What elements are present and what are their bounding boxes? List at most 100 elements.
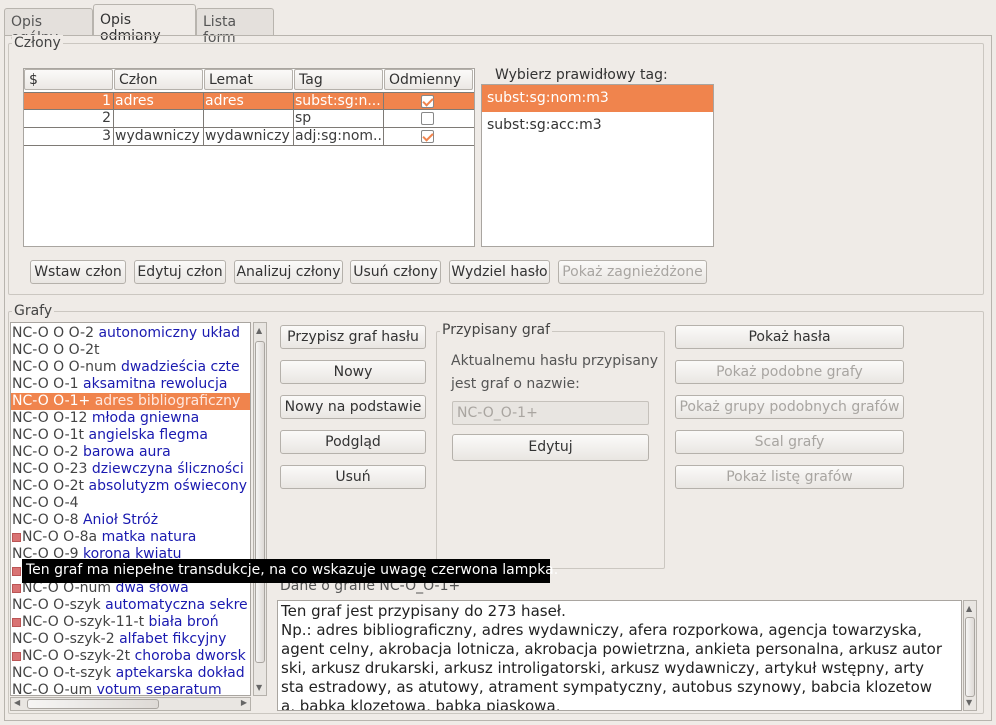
table-row[interactable]: 3 wydawniczy wydawniczy adj:sg:nom...	[24, 128, 474, 146]
graph-info-vscroll-thumb[interactable]	[965, 617, 975, 697]
cell-odmienny	[384, 128, 474, 145]
scroll-right-icon[interactable]: ▶	[241, 698, 247, 707]
tab-opis-ogolny[interactable]: Opis ogólny	[4, 8, 93, 46]
scroll-up-icon[interactable]: ▲	[966, 604, 972, 613]
graph-code: NC-O O O-2	[12, 325, 94, 341]
info-line: agent celny, akrobacja lotnicza, akrobac…	[281, 640, 942, 658]
graph-list-item[interactable]: NC-O O O-num dwadzieścia czte	[11, 359, 250, 376]
graph-code: NC-O O-8a	[22, 529, 98, 545]
table-row[interactable]: 2 sp	[24, 110, 474, 128]
cell-n: 1	[24, 93, 114, 110]
graph-list-vscrollbar[interactable]: ▲ ▼	[253, 322, 267, 696]
graph-list-item[interactable]: NC-O O-8 Anioł Stróż	[11, 512, 250, 529]
graph-list-item[interactable]: NC-O O-23 dziewczyna śliczności	[11, 461, 250, 478]
col-header-odmienny[interactable]: Odmienny	[384, 69, 473, 90]
graph-list-item[interactable]: NC-O O-szyk-2t choroba dworsk	[11, 648, 250, 665]
graph-code: NC-O O O-2t	[12, 342, 100, 358]
graph-list-item[interactable]: NC-O O-2 barowa aura	[11, 444, 250, 461]
scroll-down-icon[interactable]: ▼	[256, 683, 262, 692]
graph-example-name: votum separatum	[96, 682, 222, 696]
insert-member-button[interactable]: Wstaw człon	[30, 260, 126, 284]
col-header-czlon[interactable]: Człon	[114, 69, 203, 90]
graph-list-item[interactable]: NC-O O-2t absolutyzm oświecony	[11, 478, 250, 495]
graph-list-item[interactable]: NC-O O-1 aksamitna rewolucja	[11, 376, 250, 393]
graph-list-item[interactable]: NC-O O-um votum separatum	[11, 682, 250, 696]
graph-code: NC-O O-2	[12, 444, 79, 460]
cell-tag: subst:sg:n...	[294, 93, 384, 110]
graph-list-item[interactable]: NC-O O-szyk automatyczna sekre	[11, 597, 250, 614]
tag-option[interactable]: subst:sg:nom:m3	[482, 85, 713, 112]
graph-example-name: absolutyzm oświecony	[88, 478, 248, 494]
new-based-on-button[interactable]: Nowy na podstawie	[280, 395, 426, 419]
graph-example-name: dwadzieścia czte	[120, 359, 240, 375]
cell-n: 3	[24, 128, 114, 145]
tag-select-label: Wybierz prawidłowy tag:	[495, 67, 668, 83]
cell-czlon: wydawniczy	[114, 128, 204, 145]
show-similar-graphs-button[interactable]: Pokaż podobne grafy	[675, 360, 904, 384]
graph-list-vscroll-thumb[interactable]	[255, 341, 265, 663]
show-entries-button[interactable]: Pokaż hasła	[675, 325, 904, 349]
analyze-members-button[interactable]: Analizuj człony	[234, 260, 343, 284]
odmienny-checkbox[interactable]	[421, 95, 434, 108]
graph-example-name: matka natura	[101, 529, 197, 545]
scroll-down-icon[interactable]: ▼	[966, 698, 972, 707]
cell-tag: sp	[294, 110, 384, 127]
graph-list-item[interactable]: NC-O O-1t angielska flegma	[11, 427, 250, 444]
graph-example-name: biała broń	[148, 614, 219, 630]
extract-entry-button[interactable]: Wydziel hasło	[449, 260, 550, 284]
cell-lemat: wydawniczy	[204, 128, 294, 145]
graph-list-item[interactable]: NC-O O-12 młoda gniewna	[11, 410, 250, 427]
members-table[interactable]: $ Człon Lemat Tag Odmienny 1 adres adres…	[23, 68, 475, 247]
preview-graph-button[interactable]: Podgląd	[280, 430, 426, 454]
cell-czlon: adres	[114, 93, 204, 110]
info-line: sta estradowy, as atutowy, atrament symp…	[281, 678, 933, 696]
table-row[interactable]: 1 adres adres subst:sg:n...	[24, 92, 474, 110]
graph-list-item[interactable]: NC-O O-4	[11, 495, 250, 512]
graph-list-item[interactable]: NC-O O-t-szyk aptekarska dokład	[11, 665, 250, 682]
odmienny-checkbox[interactable]	[421, 130, 434, 143]
tab-opis-odmiany[interactable]: Opis odmiany	[93, 4, 196, 44]
assign-graph-button[interactable]: Przypisz graf hasłu	[280, 325, 426, 349]
graph-list-item[interactable]: NC-O O O-2t	[11, 342, 250, 359]
info-line: Ten graf jest przypisany do 273 haseł.	[281, 602, 566, 620]
graph-list-item[interactable]: NC-O O-szyk-2 alfabet fikcyjny	[11, 631, 250, 648]
info-line: Np.: adres bibliograficzny, adres wydawn…	[281, 621, 922, 639]
graph-list-item[interactable]: NC-O O O-2 autonomiczny układ	[11, 325, 250, 342]
graph-code: NC-O O O-num	[12, 359, 117, 375]
graph-list-item[interactable]: NC-O O-szyk-11-t biała broń	[11, 614, 250, 631]
edit-member-button[interactable]: Edytuj człon	[134, 260, 226, 284]
graph-list-item[interactable]: NC-O O-1+ adres bibliograficzny	[11, 393, 250, 410]
scroll-up-icon[interactable]: ▲	[256, 326, 262, 335]
graph-list-hscroll-thumb[interactable]	[27, 699, 159, 709]
odmienny-checkbox[interactable]	[421, 112, 434, 125]
delete-graph-button[interactable]: Usuń	[280, 465, 426, 489]
graph-example-name: choroba dworsk	[134, 648, 246, 664]
graph-list[interactable]: NC-O O O-2 autonomiczny układ NC-O O O-2t…	[10, 322, 251, 696]
tag-list[interactable]: subst:sg:nom:m3 subst:sg:acc:m3	[481, 84, 714, 247]
graph-list-item[interactable]: NC-O O-8a matka natura	[11, 529, 250, 546]
graph-code: NC-O O-8	[12, 512, 79, 528]
col-header-lemat[interactable]: Lemat	[204, 69, 293, 90]
col-header-dollar[interactable]: $	[24, 69, 113, 90]
cell-lemat: adres	[204, 93, 294, 110]
delete-members-button[interactable]: Usuń człony	[350, 260, 441, 284]
cell-odmienny	[384, 93, 474, 110]
merge-graphs-button[interactable]: Scal grafy	[675, 430, 904, 454]
scroll-left-icon[interactable]: ◀	[14, 698, 20, 707]
assigned-graph-text1: Aktualnemu hasłu przypisany	[451, 353, 659, 369]
graph-list-hscrollbar[interactable]: ◀ ▶	[10, 697, 251, 711]
red-lamp-icon	[12, 617, 21, 627]
show-graph-list-button[interactable]: Pokaż listę grafów	[675, 465, 904, 489]
col-header-tag[interactable]: Tag	[294, 69, 383, 90]
graph-info-vscrollbar[interactable]: ▲ ▼	[963, 600, 977, 711]
new-graph-button[interactable]: Nowy	[280, 360, 426, 384]
show-similar-groups-button[interactable]: Pokaż grupy podobnych grafów	[675, 395, 904, 419]
graph-code: NC-O O-um	[12, 682, 93, 696]
show-nested-button[interactable]: Pokaż zagnieżdżone	[558, 260, 707, 284]
edit-graph-button[interactable]: Edytuj	[452, 434, 649, 461]
tab-lista-form[interactable]: Lista form	[196, 8, 274, 46]
graph-code: NC-O O-szyk	[12, 597, 101, 613]
info-line: a, babka klozetowa, babka piaskowa,	[281, 697, 561, 711]
info-line: ski, arkusz drukarski, arkusz introligat…	[281, 659, 925, 677]
tag-option[interactable]: subst:sg:acc:m3	[482, 112, 713, 139]
